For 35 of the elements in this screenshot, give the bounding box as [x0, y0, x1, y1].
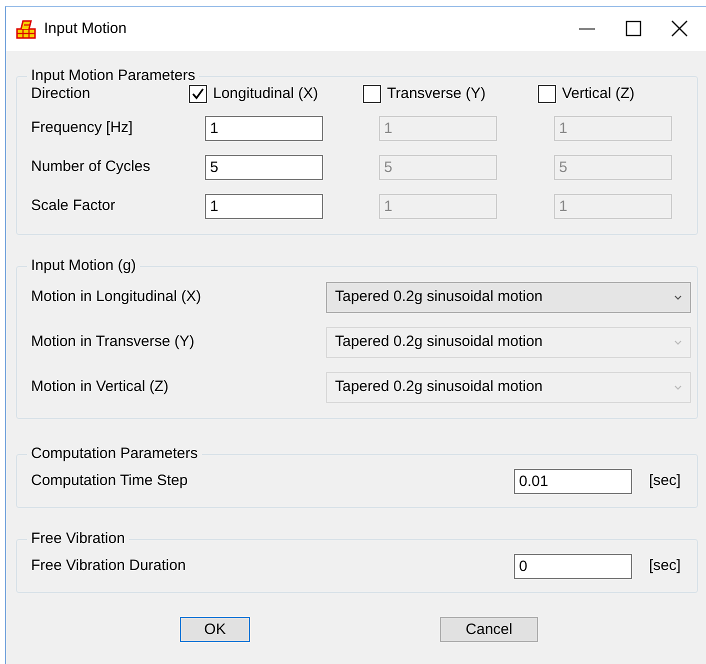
window-title: Input Motion	[44, 18, 128, 39]
minimize-icon	[579, 28, 595, 30]
group-title: Input Motion (g)	[30, 257, 138, 275]
field-label: Motion in Vertical (Z)	[31, 377, 170, 398]
input-field[interactable]: 0	[514, 554, 632, 578]
chevron-icon	[674, 385, 682, 390]
field-label: Motion in Transverse (Y)	[31, 332, 196, 352]
group-title: Computation Parameters	[30, 445, 199, 463]
field-label: Number of Cycles	[31, 157, 150, 178]
input-field[interactable]: 0.01	[514, 468, 632, 494]
field-label: Direction	[31, 84, 90, 104]
group-title: Free Vibration	[30, 530, 126, 548]
field-label: Frequency [Hz]	[31, 118, 133, 138]
maximize-icon	[624, 20, 642, 38]
input-field[interactable]: 1	[205, 116, 323, 141]
field-label: Motion in Longitudinal (X)	[31, 287, 202, 308]
field-label: Scale Factor	[31, 196, 116, 216]
group-title: Input Motion Parameters	[30, 67, 196, 85]
app-icon	[16, 19, 36, 39]
ok-button[interactable]: OK	[180, 617, 250, 642]
chevron-icon	[674, 295, 682, 300]
check-icon	[191, 87, 205, 101]
unit-label: [sec]	[649, 470, 682, 491]
field-label: Free Vibration Duration	[31, 556, 187, 576]
checkbox[interactable]: Transverse (Y)	[363, 82, 486, 106]
input-field[interactable]: 1	[205, 194, 323, 219]
close-icon	[670, 20, 688, 38]
field-label: Computation Time Step	[31, 470, 189, 491]
chevron-icon	[674, 340, 682, 345]
dropdown[interactable]: Tapered 0.2g sinusoidal motion	[326, 282, 691, 313]
cancel-button[interactable]: Cancel	[440, 617, 538, 642]
checkbox[interactable]: Longitudinal (X)	[189, 82, 318, 106]
unit-label: [sec]	[649, 556, 682, 576]
input-field[interactable]: 5	[205, 155, 323, 180]
checkbox[interactable]: Vertical (Z)	[538, 82, 635, 106]
